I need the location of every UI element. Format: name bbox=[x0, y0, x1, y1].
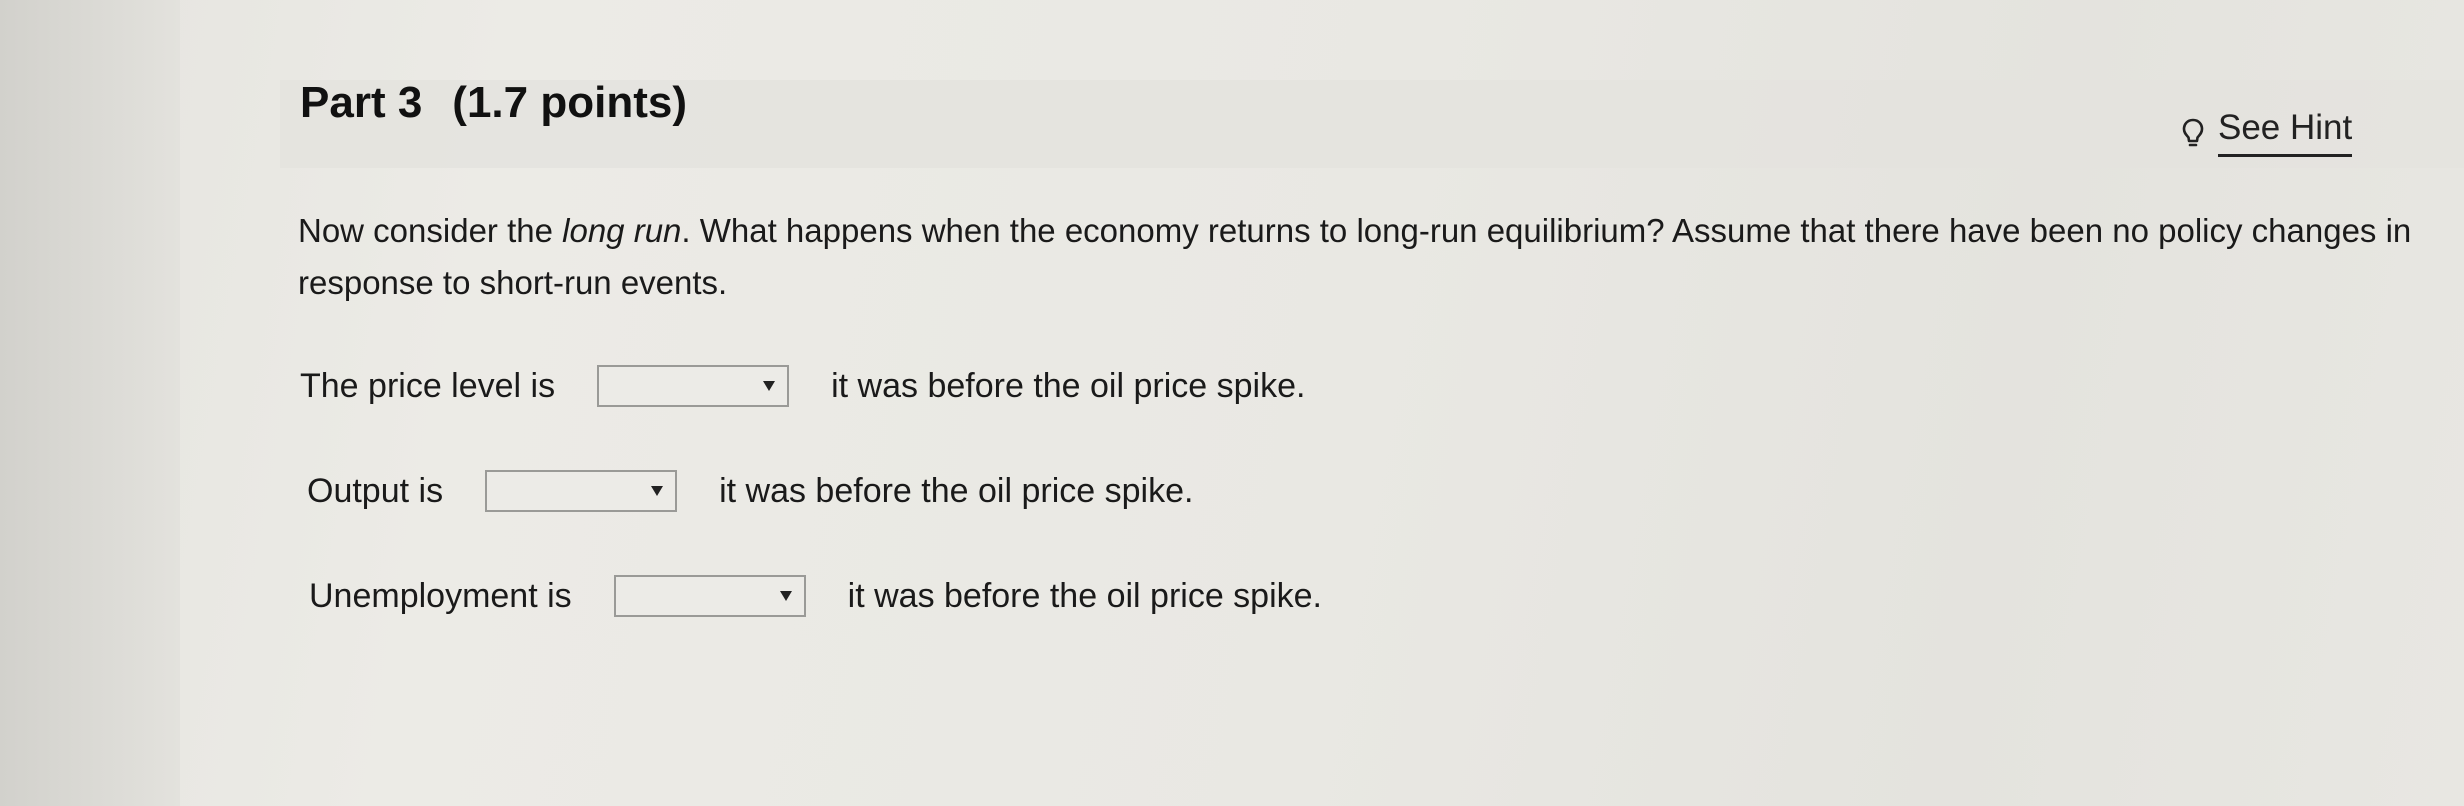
lightbulb-icon bbox=[2182, 118, 2204, 148]
unemployment-dropdown[interactable] bbox=[613, 575, 806, 617]
question-emphasis: long run bbox=[562, 212, 682, 249]
question-card: Part 3 (1.7 points) See Hint Now consider… bbox=[180, 0, 2464, 806]
caret-down-icon bbox=[651, 486, 664, 496]
caret-down-icon bbox=[779, 591, 792, 601]
part-number: Part 3 bbox=[300, 78, 423, 127]
see-hint-label[interactable]: See Hint bbox=[2218, 108, 2353, 157]
output-suffix: it was before the oil price spike. bbox=[719, 471, 1194, 510]
unemployment-suffix: it was before the oil price spike. bbox=[847, 576, 1322, 615]
part-title: Part 3 (1.7 points) bbox=[300, 78, 687, 128]
part-points: (1.7 points) bbox=[452, 78, 687, 127]
question-text-start: Now consider the bbox=[298, 212, 563, 249]
question-text: Now consider the long run. What happens … bbox=[298, 205, 2438, 309]
unemployment-row: Unemployment is it was before the oil pr… bbox=[309, 575, 1322, 617]
output-dropdown[interactable] bbox=[485, 470, 678, 512]
price-level-label: The price level is bbox=[300, 366, 556, 405]
output-row: Output is it was before the oil price sp… bbox=[307, 470, 1193, 512]
price-level-suffix: it was before the oil price spike. bbox=[831, 366, 1306, 405]
background-edge bbox=[0, 0, 180, 806]
see-hint-link[interactable]: See Hint bbox=[2182, 108, 2353, 157]
price-level-row: The price level is it was before the oil… bbox=[300, 365, 1305, 407]
output-label: Output is bbox=[307, 471, 444, 510]
caret-down-icon bbox=[763, 381, 776, 391]
price-level-dropdown[interactable] bbox=[597, 365, 790, 407]
unemployment-label: Unemployment is bbox=[309, 576, 572, 615]
